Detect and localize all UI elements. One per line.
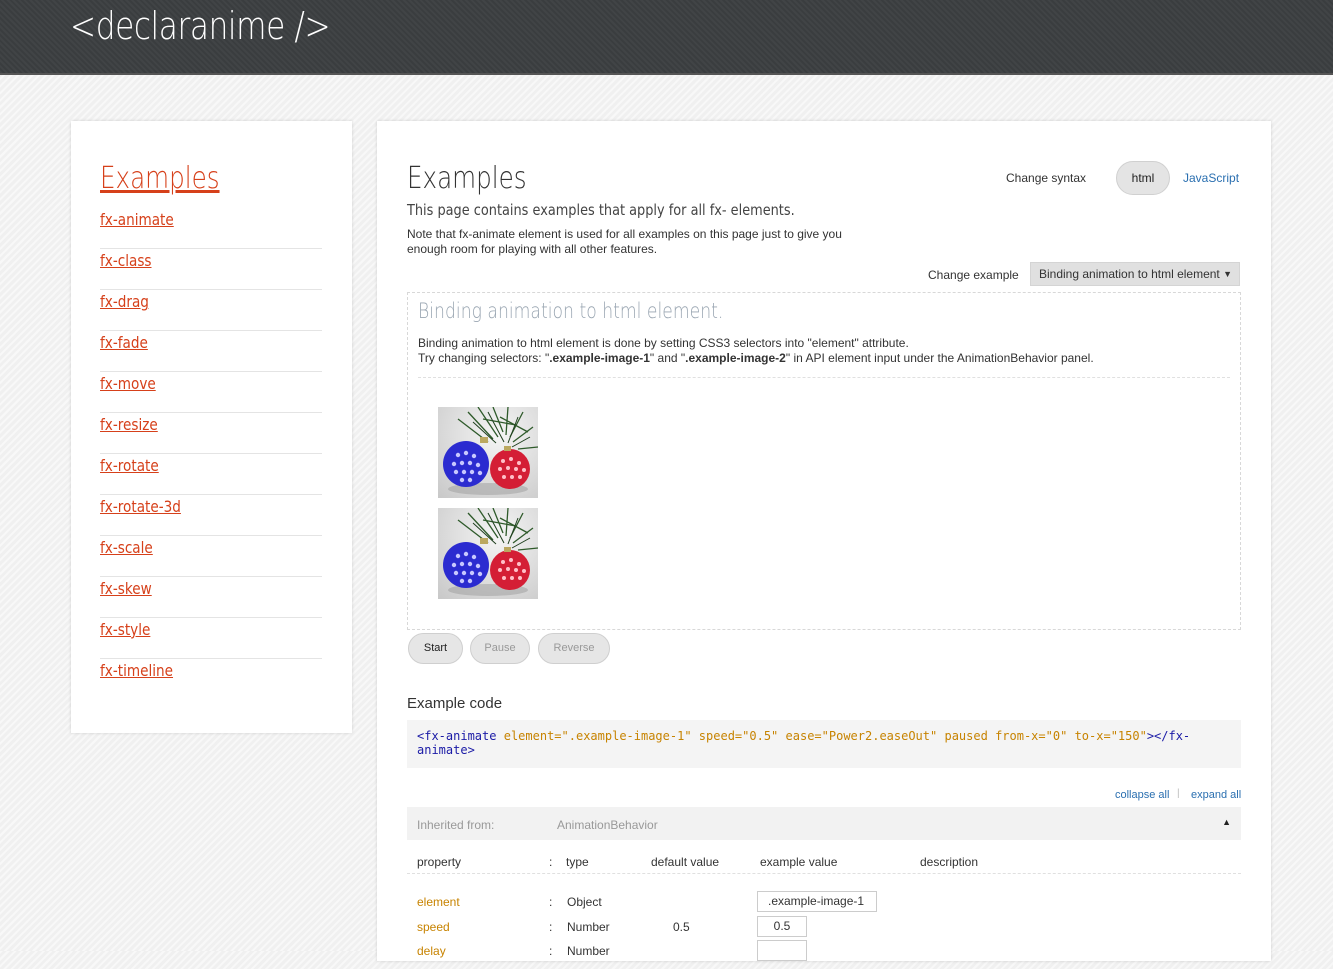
sidebar-item-fx-rotate: fx-rotate <box>100 454 322 495</box>
property-colon: : <box>549 944 553 958</box>
collapse-all-link[interactable]: collapse all <box>1115 789 1169 801</box>
property-name: element <box>417 895 460 909</box>
sidebar-item-fx-scale: fx-scale <box>100 536 322 577</box>
top-bar: <declaranime /> <box>0 0 1333 75</box>
property-type: Number <box>567 944 610 958</box>
demo-description: Binding animation to html element is don… <box>418 336 1094 366</box>
property-name: speed <box>417 920 450 934</box>
example-image-1 <box>438 407 538 498</box>
header-colon: : <box>549 855 553 869</box>
code-attr-speed: speed= <box>698 729 743 743</box>
example-value-input[interactable]: 0.5 <box>757 916 807 937</box>
code-attr-ease: ease= <box>785 729 822 743</box>
code-value-speed: "0.5" <box>742 729 779 743</box>
property-name: delay <box>417 944 446 958</box>
demo-desc-line2: Try changing selectors: ".example-image-… <box>418 351 1094 366</box>
header-description: description <box>920 855 979 869</box>
desc-text: Try changing selectors: " <box>418 351 550 365</box>
syntax-html-button[interactable]: html <box>1116 161 1170 195</box>
sidebar-link[interactable]: fx-skew <box>100 579 152 598</box>
demo-panel: Binding animation to html element. Bindi… <box>407 292 1241 630</box>
example-select-value: Binding animation to html element <box>1039 267 1220 281</box>
property-default: 0.5 <box>673 920 690 934</box>
change-syntax-label: Change syntax <box>1006 171 1087 185</box>
code-attr-from-x: from-x= <box>995 729 1046 743</box>
link-separator: | <box>1177 788 1180 799</box>
dropdown-arrow-icon: ▼ <box>1223 269 1232 279</box>
collapse-caret-icon[interactable]: ▲ <box>1222 817 1231 827</box>
header-default-value: default value <box>651 855 720 869</box>
header-type: type <box>566 855 589 869</box>
sidebar-item-fx-timeline: fx-timeline <box>100 659 322 699</box>
header-property: property <box>417 855 462 869</box>
sidebar-item-fx-animate: fx-animate <box>100 208 322 249</box>
example-value-input[interactable]: .example-image-1 <box>757 891 877 912</box>
main-content: Examples This page contains examples tha… <box>377 121 1271 961</box>
sidebar-link[interactable]: fx-rotate-3d <box>100 497 181 516</box>
code-value-ease: "Power2.easeOut" <box>821 729 938 743</box>
property-row-element: element : Object .example-image-1 <box>407 891 1241 920</box>
selector-2: .example-image-2 <box>685 351 786 365</box>
property-colon: : <box>549 920 553 934</box>
property-row-speed: speed : Number 0.5 0.5 <box>407 916 1241 945</box>
brand-logo[interactable]: <declaranime /> <box>70 4 331 48</box>
sidebar-item-fx-rotate-3d: fx-rotate-3d <box>100 495 322 536</box>
demo-desc-line1: Binding animation to html element is don… <box>418 336 909 350</box>
sidebar-item-fx-skew: fx-skew <box>100 577 322 618</box>
sidebar-title[interactable]: Examples <box>100 161 220 196</box>
sidebar-item-fx-class: fx-class <box>100 249 322 290</box>
demo-divider <box>418 377 1230 378</box>
property-type: Number <box>567 920 610 934</box>
start-button[interactable]: Start <box>408 633 463 664</box>
code-value-element: ".example-image-1" <box>561 729 692 743</box>
sidebar-item-fx-resize: fx-resize <box>100 413 322 454</box>
sidebar-link[interactable]: fx-timeline <box>100 661 173 680</box>
sidebar-item-fx-style: fx-style <box>100 618 322 659</box>
sidebar-link[interactable]: fx-class <box>100 251 152 270</box>
desc-text: " in API element input under the Animati… <box>785 351 1094 365</box>
inherited-value: AnimationBehavior <box>557 818 658 832</box>
sidebar-link[interactable]: fx-fade <box>100 333 148 352</box>
code-value-from-x: "0" <box>1045 729 1068 743</box>
desc-text: " and " <box>649 351 686 365</box>
sidebar-link[interactable]: fx-resize <box>100 415 158 434</box>
page-title: Examples <box>407 161 527 196</box>
demo-title: Binding animation to html element. <box>418 299 724 323</box>
property-table-header: property : type default value example va… <box>407 849 1241 874</box>
page-subtitle: This page contains examples that apply f… <box>407 201 795 219</box>
sidebar-link[interactable]: fx-rotate <box>100 456 159 475</box>
pause-button[interactable]: Pause <box>470 633 530 664</box>
example-select[interactable]: Binding animation to html element ▼ <box>1030 262 1240 286</box>
selector-1: .example-image-1 <box>549 351 650 365</box>
code-attr-to-x: to-x= <box>1074 729 1111 743</box>
expand-all-link[interactable]: expand all <box>1191 789 1241 801</box>
sidebar-item-fx-fade: fx-fade <box>100 331 322 372</box>
reverse-button[interactable]: Reverse <box>538 633 610 664</box>
inherited-label: Inherited from: <box>417 818 495 832</box>
sidebar-link[interactable]: fx-animate <box>100 210 174 229</box>
sidebar-link[interactable]: fx-move <box>100 374 156 393</box>
sidebar-item-fx-drag: fx-drag <box>100 290 322 331</box>
sidebar-link[interactable]: fx-style <box>100 620 150 639</box>
sidebar-link[interactable]: fx-drag <box>100 292 149 311</box>
page-note: Note that fx-animate element is used for… <box>407 227 842 256</box>
property-row-delay: delay : Number <box>407 940 1241 969</box>
sidebar: Examples fx-animate fx-class fx-drag fx-… <box>71 121 352 733</box>
example-image-2 <box>438 508 538 599</box>
change-example-label: Change example <box>928 268 1019 282</box>
header-example-value: example value <box>760 855 838 869</box>
code-value-to-x: "150" <box>1110 729 1147 743</box>
sidebar-link[interactable]: fx-scale <box>100 538 153 557</box>
property-type: Object <box>567 895 602 909</box>
syntax-javascript-link[interactable]: JavaScript <box>1183 171 1239 185</box>
sidebar-item-fx-move: fx-move <box>100 372 322 413</box>
code-attr-paused: paused <box>944 729 988 743</box>
code-open-tag: <fx-animate <box>417 729 497 743</box>
example-code-title: Example code <box>407 695 503 712</box>
inherited-panel-header[interactable]: Inherited from: AnimationBehavior ▲ <box>407 807 1241 840</box>
code-attr-element: element= <box>503 729 562 743</box>
example-code-block: <fx-animate element=".example-image-1" s… <box>407 720 1241 768</box>
property-colon: : <box>549 895 553 909</box>
sidebar-list: fx-animate fx-class fx-drag fx-fade fx-m… <box>100 208 322 699</box>
